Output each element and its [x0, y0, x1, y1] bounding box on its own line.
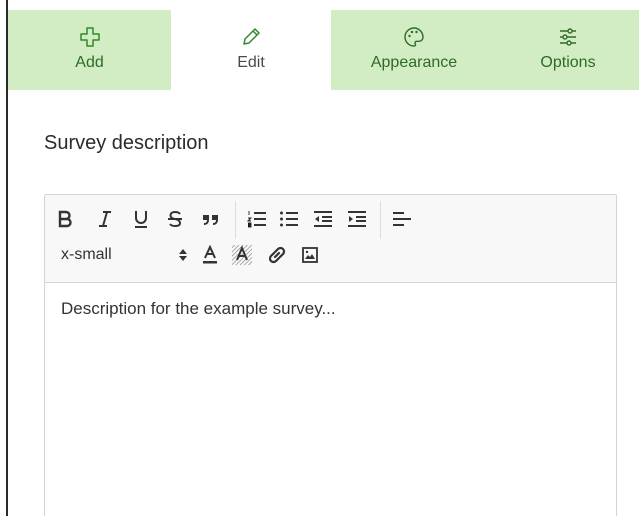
- image-icon: [302, 247, 318, 263]
- tab-add[interactable]: Add: [8, 10, 171, 90]
- link-icon: [268, 246, 286, 264]
- insert-image-button[interactable]: [295, 241, 325, 269]
- strikethrough-icon: [168, 210, 182, 228]
- align-left-icon: [393, 212, 411, 226]
- outdent-icon: [314, 211, 332, 227]
- tab-appearance[interactable]: Appearance: [331, 10, 497, 90]
- tab-edit-label: Edit: [237, 54, 265, 71]
- bullet-list-button[interactable]: [272, 205, 306, 233]
- edit-panel: Survey description x-small Description f…: [8, 90, 639, 516]
- ordered-list-button[interactable]: [242, 205, 272, 233]
- italic-button[interactable]: [85, 205, 125, 233]
- rich-text-editor: x-small Description for the example surv…: [44, 194, 617, 516]
- pencil-icon: [240, 26, 262, 48]
- tab-options-label: Options: [540, 54, 596, 71]
- toolbar-row-style: x-small: [45, 241, 325, 269]
- font-size-value: x-small: [61, 246, 112, 263]
- tab-add-label: Add: [75, 54, 104, 71]
- font-size-select[interactable]: x-small: [45, 242, 195, 268]
- tab-bar: Add Edit Appearance Options: [8, 10, 639, 90]
- editor-toolbar: x-small: [45, 195, 616, 283]
- tab-edit[interactable]: Edit: [171, 10, 331, 90]
- blockquote-button[interactable]: [193, 205, 229, 233]
- indent-button[interactable]: [340, 205, 374, 233]
- text-color-icon: [203, 245, 217, 264]
- indent-icon: [348, 211, 366, 227]
- italic-icon: [99, 211, 111, 227]
- plus-icon: [79, 26, 101, 48]
- bold-button[interactable]: [45, 205, 85, 233]
- highlight-color-button[interactable]: [225, 241, 259, 269]
- section-title: Survey description: [44, 132, 209, 154]
- palette-icon: [403, 26, 425, 48]
- highlight-color-icon: [232, 245, 252, 265]
- underline-icon: [135, 211, 147, 228]
- underline-button[interactable]: [125, 205, 157, 233]
- insert-link-button[interactable]: [259, 241, 295, 269]
- toolbar-separator: [380, 201, 381, 239]
- sliders-icon: [557, 26, 579, 48]
- text-color-button[interactable]: [195, 241, 225, 269]
- bullet-list-icon: [280, 211, 298, 227]
- quote-icon: [203, 215, 218, 225]
- strikethrough-button[interactable]: [157, 205, 193, 233]
- outdent-button[interactable]: [306, 205, 340, 233]
- toolbar-row-formatting: [45, 201, 417, 239]
- tab-appearance-label: Appearance: [370, 54, 458, 71]
- align-button[interactable]: [387, 205, 417, 233]
- editor-content[interactable]: Description for the example survey...: [61, 299, 336, 319]
- select-arrows-icon: [179, 248, 187, 262]
- ordered-list-icon: [247, 211, 266, 228]
- bold-icon: [58, 210, 72, 228]
- toolbar-separator: [235, 201, 236, 239]
- tab-options[interactable]: Options: [497, 10, 639, 90]
